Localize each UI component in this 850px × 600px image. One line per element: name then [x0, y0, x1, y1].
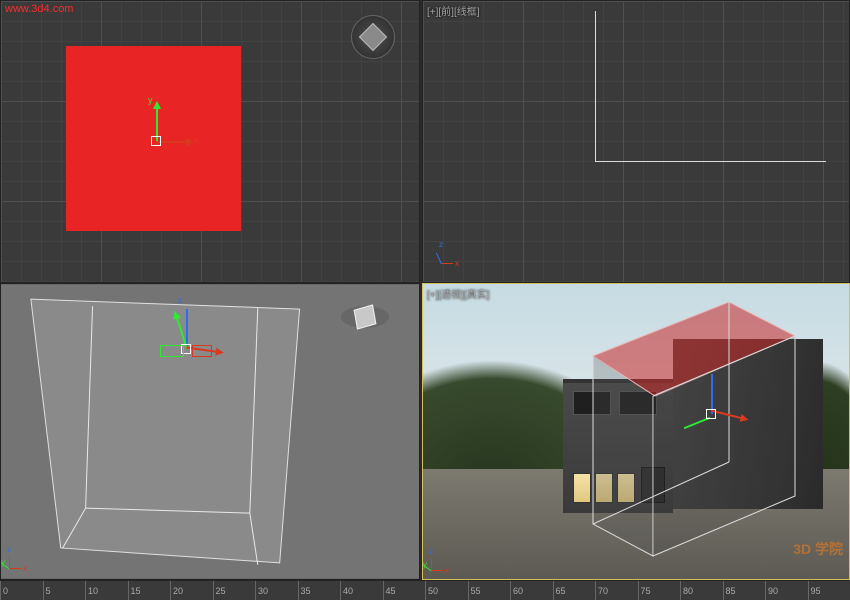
mini-axis-label-x: x — [445, 566, 449, 575]
timeline-tick[interactable]: 45 — [383, 581, 396, 600]
gizmo-axis-z[interactable] — [711, 374, 713, 414]
timeline-tick[interactable]: 95 — [808, 581, 821, 600]
watermark-logo: 3D 学院 — [793, 539, 843, 559]
timeline-tick[interactable]: 20 — [170, 581, 183, 600]
timeline-tick[interactable]: 30 — [255, 581, 268, 600]
mini-axis-z — [9, 557, 10, 569]
mini-axis-x — [431, 570, 443, 571]
timeline[interactable]: 0 5 10 15 20 25 30 35 40 45 50 55 60 65 70 75 80 85 90 95 — [0, 580, 850, 600]
mini-axis-indicator: x z — [441, 244, 461, 264]
mini-axis-indicator: z x y — [9, 549, 29, 569]
viewport-label-perspective[interactable]: [+][透视][真实] — [427, 286, 490, 301]
mini-axis-label-x: x — [23, 564, 27, 573]
mini-axis-x — [9, 568, 21, 569]
gizmo-plane-yz[interactable] — [160, 345, 184, 357]
viewport-top[interactable]: www.3d4.com x y — [0, 0, 420, 283]
timeline-tick[interactable]: 60 — [510, 581, 523, 600]
watermark-url: www.3d4.com — [5, 3, 73, 15]
timeline-tick[interactable]: 90 — [765, 581, 778, 600]
viewport-perspective[interactable]: [+][透视][真实] — [422, 283, 850, 580]
mini-axis-z — [431, 559, 432, 571]
viewcube-icon[interactable] — [341, 306, 389, 328]
axis-label-z: z — [178, 295, 183, 305]
timeline-tick[interactable]: 65 — [553, 581, 566, 600]
mini-axis-label-y: y — [1, 558, 5, 567]
mini-axis-indicator: z x y — [431, 551, 451, 571]
gizmo-axis-x[interactable] — [156, 141, 192, 143]
timeline-tick[interactable]: 55 — [468, 581, 481, 600]
mini-axis-label-x: x — [455, 259, 459, 268]
mini-axis-label-z: z — [439, 240, 443, 249]
selected-box-overlay[interactable] — [583, 294, 803, 547]
viewport-label-front[interactable]: [+][前][线框] — [427, 3, 480, 18]
axis-label-x: x — [194, 135, 199, 145]
gizmo-plane-xz[interactable] — [192, 345, 212, 357]
mini-axis-label-y: y — [423, 560, 427, 569]
gizmo-pivot[interactable] — [151, 136, 161, 146]
mini-axis-label-z: z — [7, 545, 11, 554]
timeline-tick[interactable]: 15 — [128, 581, 141, 600]
app-root: www.3d4.com x y [+][前][线框] x z — [0, 0, 850, 600]
timeline-tick[interactable]: 5 — [43, 581, 51, 600]
timeline-tick[interactable]: 85 — [723, 581, 736, 600]
mini-axis-label-z: z — [429, 547, 433, 556]
viewport-left[interactable]: z z x y — [0, 283, 420, 580]
mini-axis-x — [441, 263, 453, 264]
viewport-front[interactable]: [+][前][线框] x z — [422, 0, 850, 283]
viewport-row-bottom: z z x y [+][透视][真实] — [0, 283, 850, 580]
viewcube-icon[interactable] — [351, 15, 395, 59]
viewport-row-top: www.3d4.com x y [+][前][线框] x z — [0, 0, 850, 283]
timeline-ruler[interactable]: 0 5 10 15 20 25 30 35 40 45 50 55 60 65 70 75 80 85 90 95 — [0, 581, 850, 600]
timeline-tick[interactable]: 40 — [340, 581, 353, 600]
timeline-tick[interactable]: 50 — [425, 581, 438, 600]
cube-icon — [354, 304, 377, 329]
timeline-tick[interactable]: 10 — [85, 581, 98, 600]
timeline-tick[interactable]: 35 — [298, 581, 311, 600]
axis-label-y: y — [148, 95, 153, 105]
gizmo-pivot[interactable] — [706, 409, 716, 419]
wireframe-object[interactable] — [595, 11, 826, 162]
timeline-tick[interactable]: 80 — [680, 581, 693, 600]
timeline-tick[interactable]: 70 — [595, 581, 608, 600]
timeline-tick[interactable]: 25 — [213, 581, 226, 600]
timeline-tick[interactable]: 75 — [638, 581, 651, 600]
timeline-tick[interactable]: 0 — [0, 581, 8, 600]
cube-icon — [359, 23, 387, 51]
